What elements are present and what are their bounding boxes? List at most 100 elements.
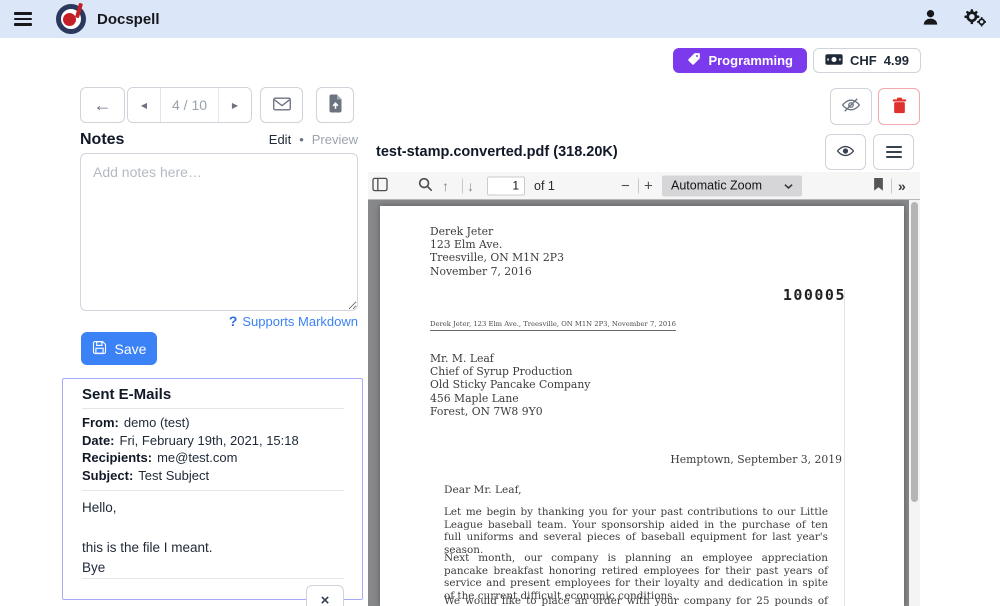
tag-badge-label: Programming <box>708 53 793 68</box>
settings-button[interactable] <box>964 8 986 30</box>
chevron-down-icon <box>784 179 793 193</box>
tag-icon <box>687 52 701 69</box>
sidebar-toggle-button[interactable] <box>372 177 388 194</box>
zoom-in-button[interactable]: + <box>644 177 653 194</box>
arrow-left-icon: ← <box>94 95 112 116</box>
sent-emails-panel: Sent E-Mails From:demo (test) Date:Fri, … <box>62 378 363 600</box>
sent-email-meta: From: demo (test) Date: Fri, February 19th… <box>82 409 344 491</box>
email-subject-label: Subject: <box>82 468 133 483</box>
email-recipients-label: Recipients: <box>82 450 152 465</box>
tag-badge[interactable]: Programming <box>673 48 807 73</box>
hamburger-menu-icon[interactable] <box>14 12 32 26</box>
email-subject-value: Test Subject <box>138 468 209 483</box>
pdf-scrollbar-thumb[interactable] <box>911 202 918 502</box>
prev-item-button[interactable]: ◀ <box>128 88 160 122</box>
toolbar-divider <box>638 178 639 193</box>
supports-markdown-link[interactable]: ? Supports Markdown <box>229 314 358 329</box>
amount-value: 4.99 <box>884 53 909 68</box>
markdown-hint: ? Supports Markdown <box>80 313 358 329</box>
letter-place-date: Hemptown, September 3, 2019 <box>670 453 842 466</box>
pdf-page: Derek Jeter 123 Elm Ave. Treesville, ON … <box>380 206 904 606</box>
double-chevron-icon: » <box>898 178 906 194</box>
email-body-line: this is the file I meant. <box>82 538 344 558</box>
attachment-menu-button[interactable] <box>873 134 914 170</box>
letter-paragraph: We would like to place an order with you… <box>444 595 828 606</box>
page-number-input[interactable] <box>487 176 525 195</box>
docspell-app: Docspell <box>0 0 1000 606</box>
zoom-in-icon: + <box>644 177 653 194</box>
preview-toggle-button[interactable] <box>825 134 866 170</box>
pdf-viewport: Derek Jeter 123 Elm Ave. Treesville, ON … <box>368 200 920 606</box>
letter-stamp-number: 100005 <box>783 286 846 304</box>
search-icon <box>418 177 433 195</box>
help-icon: ? <box>229 313 238 329</box>
envelope-icon <box>273 97 291 114</box>
pdf-toolbar: ↑ ↓ of 1 − + Automatic Zoom » <box>368 172 920 200</box>
caret-left-icon: ◀ <box>141 101 147 110</box>
zoom-select[interactable]: Automatic Zoom <box>662 175 802 196</box>
email-recipients-row: Recipients: me@test.com <box>82 449 344 467</box>
toolbar-divider <box>462 178 463 193</box>
notes-title: Notes <box>80 131 124 149</box>
sidebar-toggle-icon <box>372 177 388 194</box>
back-button[interactable]: ← <box>80 87 125 123</box>
pdf-scrollbar <box>909 200 920 606</box>
amount-currency: CHF <box>850 53 877 68</box>
notes-edit-toggle[interactable]: Edit <box>269 132 291 147</box>
send-mail-button[interactable] <box>260 87 303 123</box>
email-date-row: Date: Fri, February 19th, 2021, 15:18 <box>82 432 344 450</box>
trash-icon <box>892 97 907 117</box>
page-count-label: of 1 <box>534 179 555 193</box>
email-from-value: demo (test) <box>124 415 190 430</box>
email-from-row: From: demo (test) <box>82 414 344 432</box>
attachment-filename: test-stamp.converted.pdf (318.20K) <box>376 144 618 160</box>
letter-salutation: Dear Mr. Leaf, <box>444 484 522 496</box>
close-icon: × <box>321 592 330 606</box>
item-position-label: 4 / 10 <box>160 88 219 122</box>
scan-artifact-line <box>844 290 845 606</box>
letter-paragraph: Let me begin by thanking you for your pa… <box>444 506 828 556</box>
eye-slash-icon <box>841 97 861 116</box>
email-body: Hello, this is the file I meant. Bye <box>82 491 344 578</box>
supports-markdown-label: Supports Markdown <box>242 314 358 329</box>
item-badges: Programming CHF 4.99 <box>673 48 921 73</box>
save-button[interactable]: Save <box>81 332 157 365</box>
zoom-out-button[interactable]: − <box>621 177 630 194</box>
delete-button[interactable] <box>878 88 920 125</box>
zoom-out-icon: − <box>621 177 630 194</box>
gear-icon <box>964 8 986 30</box>
bookmark-button[interactable] <box>873 177 884 194</box>
app-title: Docspell <box>97 11 160 28</box>
save-button-label: Save <box>115 341 147 357</box>
find-next-button[interactable]: ↓ <box>467 178 474 194</box>
email-body-line: Hello, <box>82 498 344 518</box>
next-item-button[interactable]: ▶ <box>219 88 251 122</box>
amount-badge[interactable]: CHF 4.99 <box>813 48 921 73</box>
email-recipients-value: me@test.com <box>157 450 237 465</box>
email-date-label: Date: <box>82 433 115 448</box>
notes-textarea[interactable] <box>80 153 358 311</box>
pdf-search-button[interactable] <box>418 177 433 195</box>
find-previous-button[interactable]: ↑ <box>442 178 449 194</box>
add-file-button[interactable] <box>316 87 354 123</box>
user-icon <box>921 8 940 30</box>
topbar: Docspell <box>0 0 1000 38</box>
toggle-separator-dot: • <box>299 132 304 147</box>
email-subject-row: Subject: Test Subject <box>82 467 344 485</box>
letter-sender-address: Derek Jeter 123 Elm Ave. Treesville, ON … <box>430 225 564 278</box>
notes-header: Notes Edit • Preview <box>80 131 358 149</box>
unconfirm-button[interactable] <box>830 88 872 125</box>
docspell-logo <box>56 4 86 34</box>
user-button[interactable] <box>921 8 940 30</box>
close-email-button[interactable]: × <box>306 585 344 606</box>
letter-recipient-address: Mr. M. Leaf Chief of Syrup Production Ol… <box>430 352 590 418</box>
item-pager: ◀ 4 / 10 ▶ <box>127 87 252 123</box>
email-date-value: Fri, February 19th, 2021, 15:18 <box>120 433 299 448</box>
notes-preview-toggle[interactable]: Preview <box>312 132 358 147</box>
email-from-label: From: <box>82 415 119 430</box>
email-body-line <box>82 518 344 538</box>
toolbar-more-button[interactable]: » <box>898 178 906 194</box>
eye-icon <box>836 144 855 161</box>
caret-right-icon: ▶ <box>232 101 238 110</box>
bookmark-icon <box>873 177 884 194</box>
